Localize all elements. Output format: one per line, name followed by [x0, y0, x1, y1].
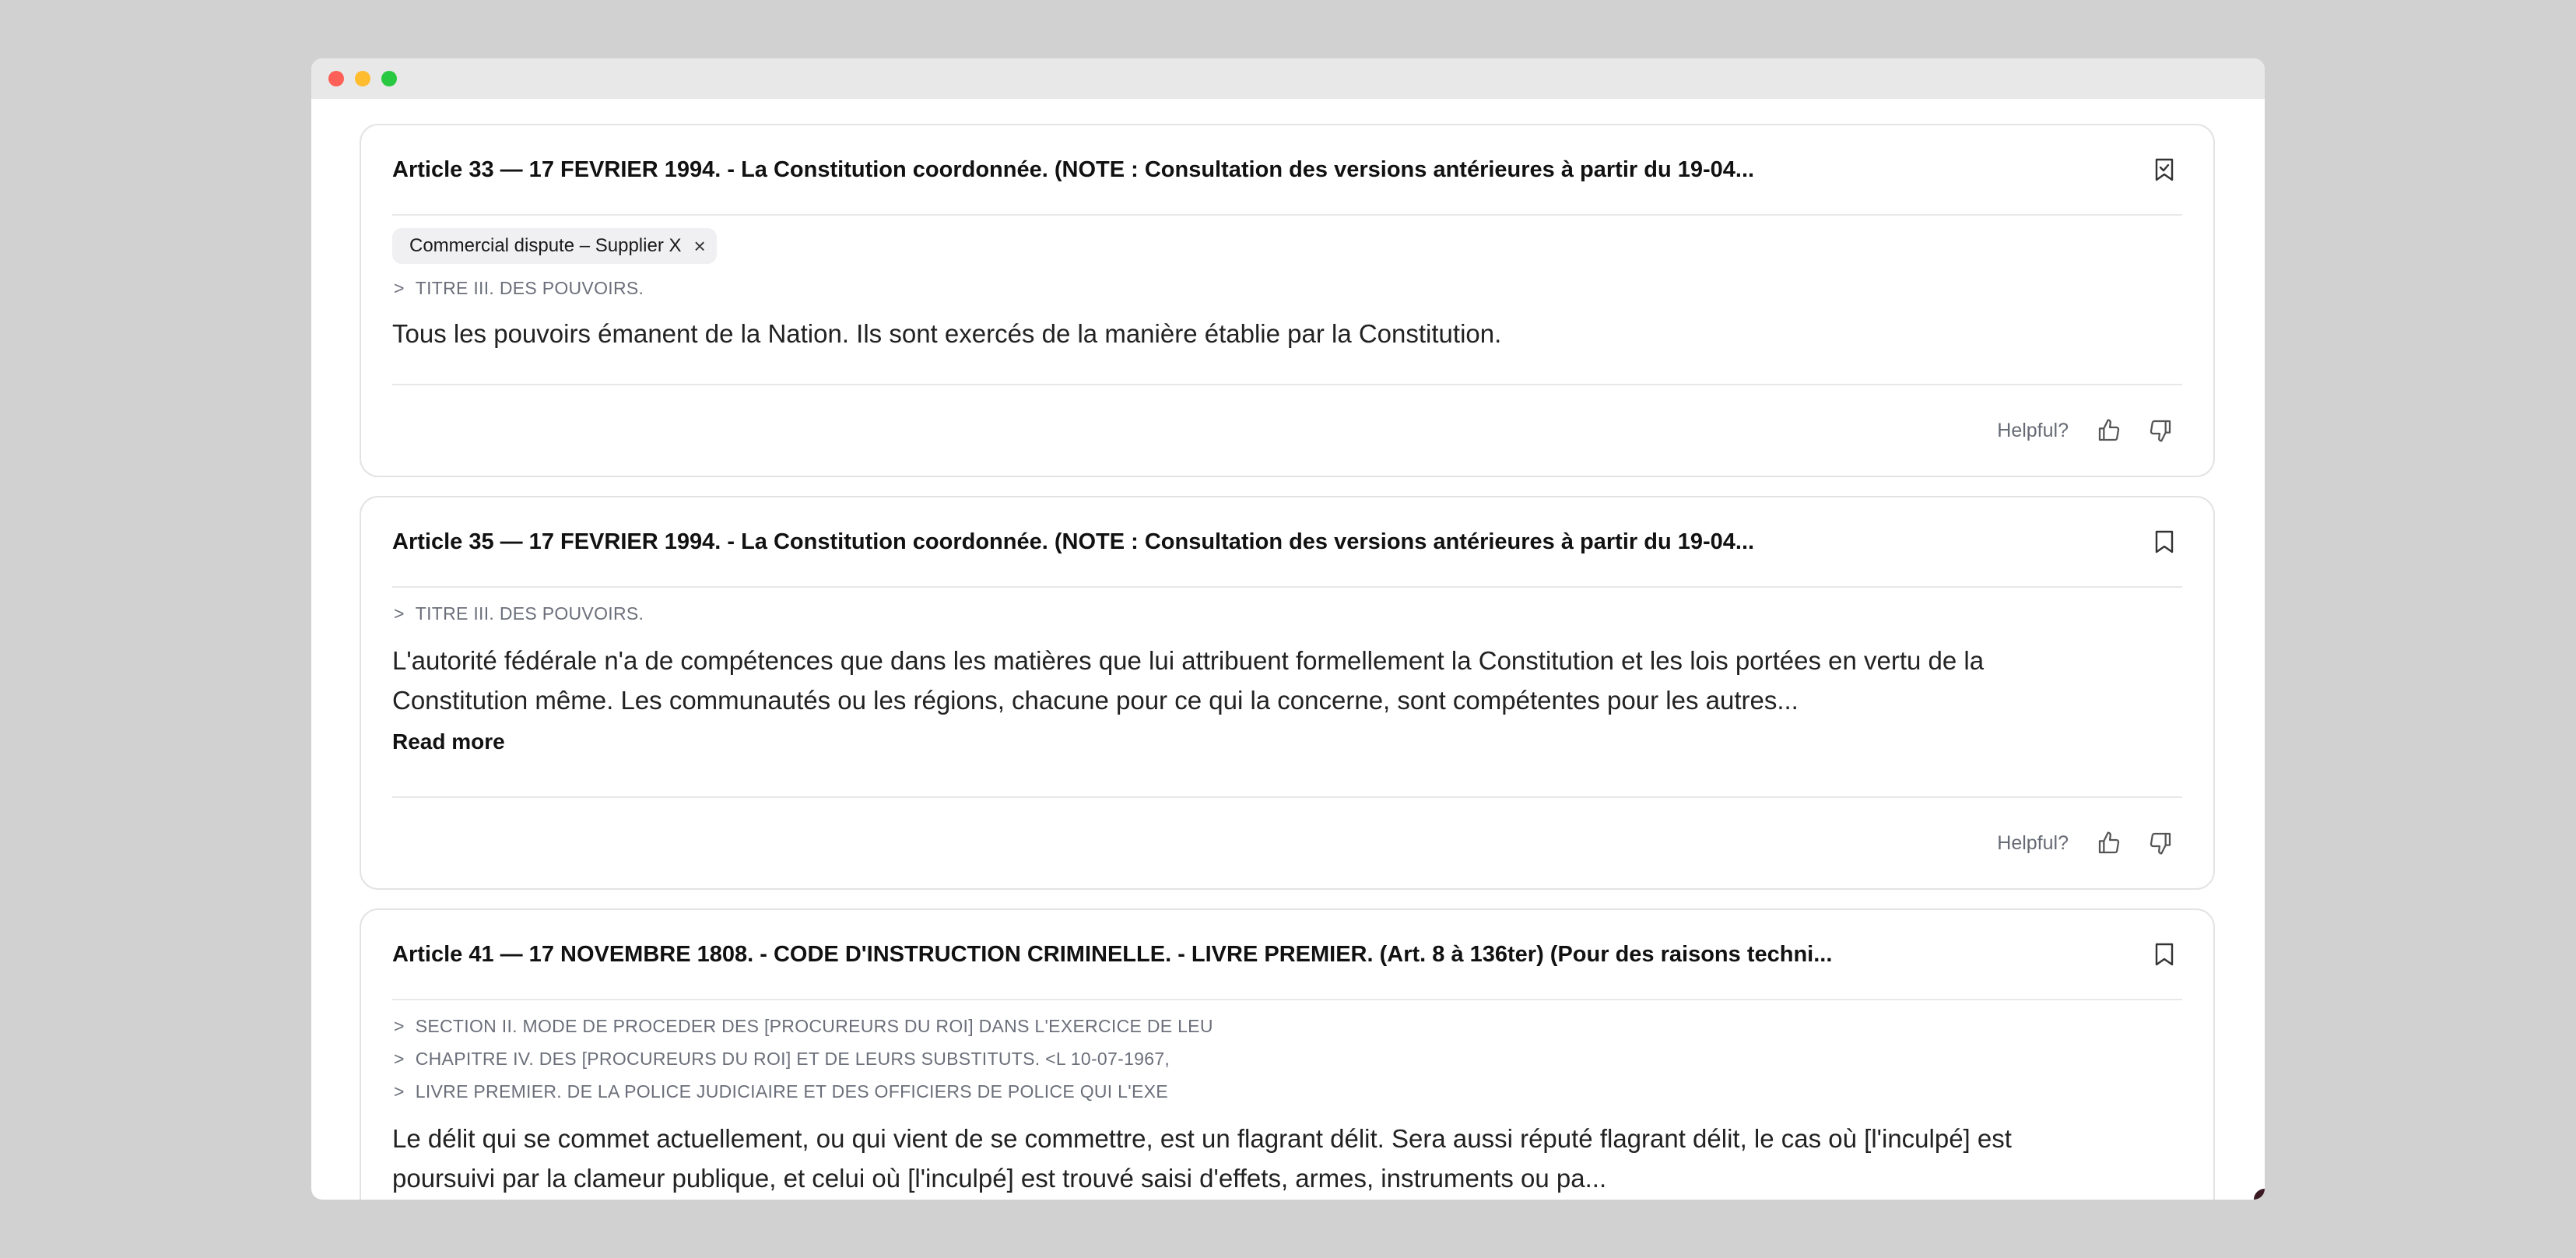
- breadcrumb-label: CHAPITRE IV. DES [PROCUREURS DU ROI] ET …: [415, 1048, 1170, 1069]
- breadcrumb-trail: > SECTION II. MODE DE PROCEDER DES [PROC…: [392, 1010, 2182, 1108]
- helpful-label: Helpful?: [1997, 419, 2069, 441]
- breadcrumb-label: LIVRE PREMIER. DE LA POLICE JUDICIAIRE E…: [415, 1081, 1168, 1102]
- feedback-bar: Helpful?: [392, 796, 2182, 888]
- read-more-link[interactable]: Read more: [392, 729, 505, 754]
- bookmark-icon[interactable]: [2146, 936, 2182, 972]
- article-title[interactable]: Article 33 — 17 FEVRIER 1994. - La Const…: [392, 157, 1754, 183]
- result-card: Article 41 — 17 NOVEMBRE 1808. - CODE D'…: [360, 908, 2215, 1200]
- chevron-right-icon: >: [394, 1015, 405, 1036]
- breadcrumb: > TITRE III. DES POUVOIRS.: [392, 597, 2182, 630]
- resize-handle[interactable]: [2254, 1189, 2265, 1200]
- helpful-label: Helpful?: [1997, 831, 2069, 854]
- excerpt-line: L'autorité fédérale n'a de compétences q…: [392, 646, 1985, 675]
- thumbs-down-icon[interactable]: [2139, 409, 2182, 452]
- thumbs-up-icon[interactable]: [2087, 409, 2131, 452]
- thumbs-up-icon[interactable]: [2087, 821, 2131, 865]
- result-card: Article 33 — 17 FEVRIER 1994. - La Const…: [360, 124, 2215, 477]
- chevron-right-icon: >: [394, 603, 405, 624]
- excerpt-line: Le délit qui se commet actuellement, ou …: [392, 1124, 2012, 1153]
- article-title[interactable]: Article 41 — 17 NOVEMBRE 1808. - CODE D'…: [392, 942, 1832, 968]
- bookmark-check-icon[interactable]: [2146, 152, 2182, 188]
- excerpt-line: Constitution même. Les communautés ou le…: [392, 686, 1799, 715]
- breadcrumb: > LIVRE PREMIER. DE LA POLICE JUDICIAIRE…: [392, 1075, 2182, 1108]
- chevron-right-icon: >: [394, 1048, 405, 1069]
- close-icon[interactable]: ×: [694, 236, 706, 256]
- breadcrumb-label: TITRE III. DES POUVOIRS.: [415, 277, 644, 298]
- feedback-bar: Helpful?: [392, 384, 2182, 476]
- card-header: Article 41 — 17 NOVEMBRE 1808. - CODE D'…: [392, 910, 2182, 1000]
- excerpt-line: Tous les pouvoirs émanent de la Nation. …: [392, 319, 1502, 348]
- close-window-button[interactable]: [328, 71, 344, 86]
- card-header: Article 35 — 17 FEVRIER 1994. - La Const…: [392, 497, 2182, 588]
- case-tag-label: Commercial dispute – Supplier X: [409, 235, 682, 256]
- article-excerpt: L'autorité fédérale n'a de compétences q…: [392, 641, 2182, 720]
- article-excerpt: Tous les pouvoirs émanent de la Nation. …: [392, 314, 2182, 353]
- thumbs-down-icon[interactable]: [2139, 821, 2182, 865]
- title-bar: [311, 58, 2265, 99]
- bookmark-icon[interactable]: [2146, 524, 2182, 560]
- minimize-window-button[interactable]: [355, 71, 370, 86]
- case-tag: Commercial dispute – Supplier X ×: [392, 228, 717, 264]
- excerpt-line: poursuivi par la clameur publique, et ce…: [392, 1164, 1607, 1193]
- chevron-right-icon: >: [394, 1081, 405, 1102]
- article-excerpt: Le délit qui se commet actuellement, ou …: [392, 1119, 2182, 1198]
- maximize-window-button[interactable]: [381, 71, 397, 86]
- app-window: Article 33 — 17 FEVRIER 1994. - La Const…: [311, 58, 2265, 1200]
- breadcrumb-label: TITRE III. DES POUVOIRS.: [415, 603, 644, 624]
- article-title[interactable]: Article 35 — 17 FEVRIER 1994. - La Const…: [392, 529, 1754, 555]
- breadcrumb: > TITRE III. DES POUVOIRS.: [392, 272, 2182, 304]
- result-card: Article 35 — 17 FEVRIER 1994. - La Const…: [360, 496, 2215, 890]
- breadcrumb: > CHAPITRE IV. DES [PROCUREURS DU ROI] E…: [392, 1042, 2182, 1075]
- card-header: Article 33 — 17 FEVRIER 1994. - La Const…: [392, 125, 2182, 216]
- breadcrumb: > SECTION II. MODE DE PROCEDER DES [PROC…: [392, 1010, 2182, 1042]
- breadcrumb-label: SECTION II. MODE DE PROCEDER DES [PROCUR…: [415, 1015, 1213, 1036]
- chevron-right-icon: >: [394, 277, 405, 298]
